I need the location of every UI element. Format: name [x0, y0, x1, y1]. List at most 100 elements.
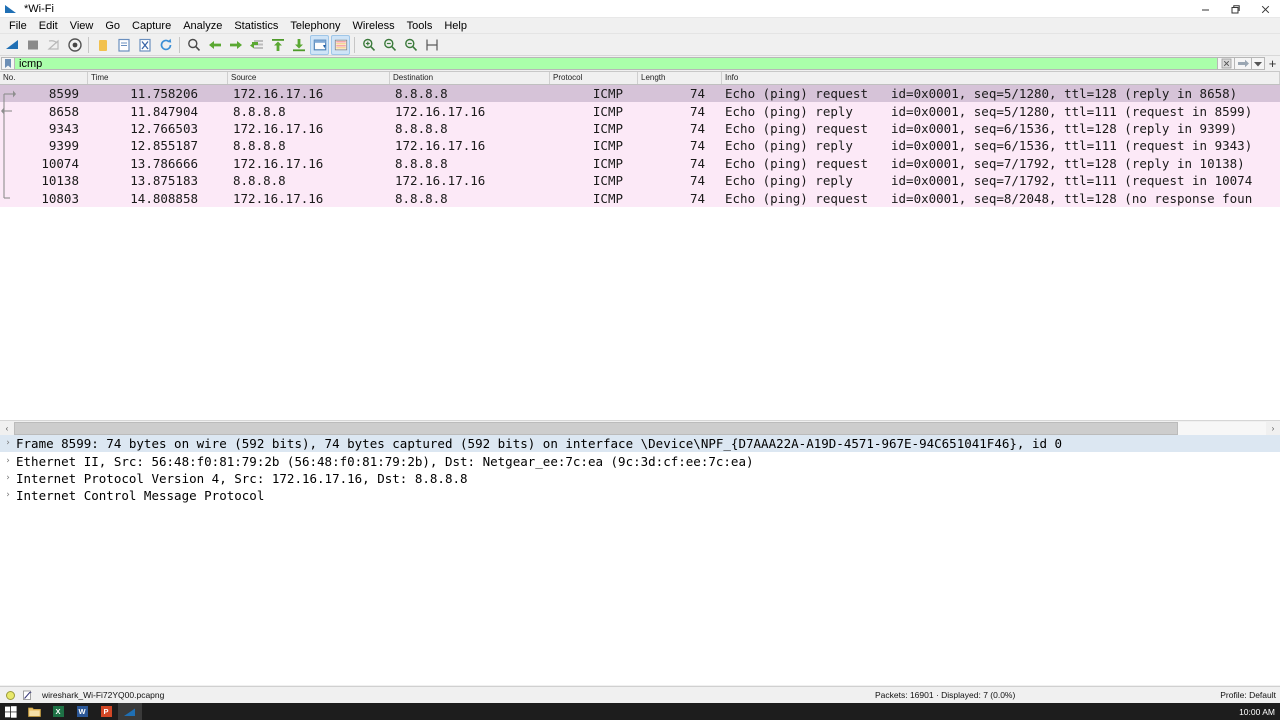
menu-edit[interactable]: Edit	[33, 18, 64, 34]
cell-info: Echo (ping) reply id=0x0001, seq=6/1536, …	[722, 138, 1280, 153]
cell-destination: 172.16.17.16	[395, 173, 486, 189]
expert-info-circle-icon[interactable]	[6, 690, 15, 700]
column-header-destination[interactable]: Destination	[390, 72, 550, 84]
packet-list[interactable]: No. Time Source Destination Protocol Len…	[0, 72, 1280, 420]
column-header-protocol[interactable]: Protocol	[550, 72, 638, 84]
auto-scroll-icon[interactable]	[310, 34, 329, 55]
minimize-button[interactable]	[1190, 0, 1220, 18]
cell-length: 74	[689, 173, 705, 189]
menu-statistics[interactable]: Statistics	[228, 18, 284, 34]
cell-length: 74	[689, 138, 705, 154]
apply-filter-arrow-icon[interactable]	[1235, 57, 1252, 70]
colorize-icon[interactable]	[331, 34, 350, 55]
detail-row-ethernet[interactable]: › Ethernet II, Src: 56:48:f0:81:79:2b (5…	[0, 452, 1280, 469]
column-header-no[interactable]: No.	[0, 72, 88, 84]
cell-info-detail: id=0x0001, seq=6/1536, ttl=128 (reply in…	[891, 120, 1238, 136]
table-row[interactable]: 10138 13.875183 8.8.8.8 172.16.17.16 ICM…	[0, 171, 1280, 190]
close-button[interactable]	[1250, 0, 1280, 18]
start-capture-icon[interactable]	[2, 35, 21, 55]
cell-info: Echo (ping) request id=0x0001, seq=6/1536…	[722, 121, 1280, 136]
restart-capture-icon[interactable]	[44, 35, 63, 55]
profile-label[interactable]: Profile: Default	[1220, 690, 1276, 700]
open-file-icon[interactable]	[93, 35, 112, 55]
table-row[interactable]: 9399 12.855187 8.8.8.8 172.16.17.16 ICMP…	[0, 137, 1280, 155]
detail-row-text: Internet Control Message Protocol	[16, 488, 265, 504]
packet-details-pane[interactable]: › Frame 8599: 74 bytes on wire (592 bits…	[0, 435, 1280, 685]
close-file-icon[interactable]	[135, 35, 154, 55]
packet-list-hscrollbar[interactable]: ‹ ›	[0, 420, 1280, 435]
powerpoint-icon[interactable]: P	[94, 703, 118, 720]
chevron-right-icon[interactable]: ›	[0, 470, 16, 487]
cell-info: Echo (ping) reply id=0x0001, seq=5/1280, …	[722, 104, 1280, 119]
cell-source: 8.8.8.8	[233, 173, 286, 189]
menu-capture[interactable]: Capture	[126, 18, 177, 34]
toolbar-separator	[88, 36, 89, 53]
detail-row-frame[interactable]: › Frame 8599: 74 bytes on wire (592 bits…	[0, 435, 1280, 453]
restore-button[interactable]	[1220, 0, 1250, 18]
cell-source: 172.16.17.16	[233, 155, 324, 171]
wireshark-window: *Wi-Fi File Edit View Go Capture Analyze…	[0, 0, 1280, 720]
word-icon[interactable]: W	[70, 703, 94, 720]
cell-info-detail: id=0x0001, seq=5/1280, ttl=128 (reply in…	[891, 86, 1238, 102]
windows-start-icon[interactable]	[0, 703, 22, 720]
toolbar-separator	[179, 36, 180, 53]
bookmark-icon[interactable]	[1, 57, 14, 70]
menu-go[interactable]: Go	[99, 18, 126, 34]
column-header-info[interactable]: Info	[722, 72, 1280, 84]
cell-info-detail: id=0x0001, seq=7/1792, ttl=111 (request …	[891, 173, 1253, 189]
menu-view[interactable]: View	[64, 18, 100, 34]
column-header-time[interactable]: Time	[88, 72, 228, 84]
zoom-in-icon[interactable]	[359, 35, 378, 55]
go-last-packet-icon[interactable]	[289, 35, 308, 55]
normal-size-icon[interactable]	[401, 35, 420, 55]
menu-help[interactable]: Help	[438, 18, 473, 34]
go-to-packet-icon[interactable]	[247, 35, 266, 55]
cell-destination: 8.8.8.8	[395, 190, 448, 206]
hscroll-left-arrow[interactable]: ‹	[0, 421, 14, 435]
cell-destination: 172.16.17.16	[395, 138, 486, 154]
cell-no: 10074	[41, 155, 79, 171]
hscrollbar-thumb[interactable]	[14, 422, 1178, 435]
chevron-right-icon[interactable]: ›	[0, 487, 16, 504]
detail-row-icmp[interactable]: › Internet Control Message Protocol	[0, 487, 1280, 504]
reload-file-icon[interactable]	[156, 35, 175, 55]
excel-icon[interactable]: X	[46, 703, 70, 720]
hscroll-right-arrow[interactable]: ›	[1266, 421, 1280, 435]
menu-wireless[interactable]: Wireless	[347, 18, 401, 34]
wireshark-icon[interactable]	[118, 703, 142, 720]
chevron-right-icon[interactable]: ›	[0, 435, 16, 452]
chevron-right-icon[interactable]: ›	[0, 453, 16, 470]
display-filter-input[interactable]	[14, 57, 1218, 70]
stop-capture-icon[interactable]	[23, 35, 42, 55]
resize-columns-icon[interactable]	[422, 35, 441, 55]
zoom-out-icon[interactable]	[380, 35, 399, 55]
menu-file[interactable]: File	[3, 18, 33, 34]
file-explorer-icon[interactable]	[22, 703, 46, 720]
cell-protocol: ICMP	[592, 86, 623, 102]
cell-info-summary: Echo (ping) request	[725, 120, 868, 136]
column-header-length[interactable]: Length	[638, 72, 722, 84]
save-file-icon[interactable]	[114, 35, 133, 55]
plus-icon[interactable]: +	[1265, 56, 1280, 71]
go-forward-icon[interactable]	[226, 35, 245, 55]
taskbar-clock[interactable]: 10:00 AM	[1239, 707, 1275, 717]
go-back-icon[interactable]	[205, 35, 224, 55]
detail-row-ipv4[interactable]: › Internet Protocol Version 4, Src: 172.…	[0, 470, 1280, 487]
table-row[interactable]: 8658 11.847904 8.8.8.8 172.16.17.16 ICMP…	[0, 102, 1280, 120]
menu-tools[interactable]: Tools	[401, 18, 439, 34]
capture-file-properties-icon[interactable]	[22, 690, 33, 701]
table-row[interactable]: 10074 13.786666 172.16.17.16 8.8.8.8 ICM…	[0, 154, 1280, 172]
clear-filter-icon[interactable]	[1218, 57, 1235, 70]
menu-analyze[interactable]: Analyze	[177, 18, 228, 34]
find-packet-icon[interactable]	[184, 35, 203, 55]
menu-telephony[interactable]: Telephony	[284, 18, 346, 34]
table-row[interactable]: 9343 12.766503 172.16.17.16 8.8.8.8 ICMP…	[0, 119, 1280, 138]
go-first-packet-icon[interactable]	[268, 35, 287, 55]
table-row[interactable]: 8599 11.758206 172.16.17.16 8.8.8.8 ICMP…	[0, 85, 1280, 103]
chevron-down-icon[interactable]	[1252, 57, 1265, 70]
table-row[interactable]: 10803 14.808858 172.16.17.16 8.8.8.8 ICM…	[0, 189, 1280, 207]
cell-destination: 172.16.17.16	[395, 103, 486, 119]
column-header-source[interactable]: Source	[228, 72, 390, 84]
capture-options-icon[interactable]	[65, 35, 84, 55]
cell-destination: 8.8.8.8	[395, 120, 448, 136]
